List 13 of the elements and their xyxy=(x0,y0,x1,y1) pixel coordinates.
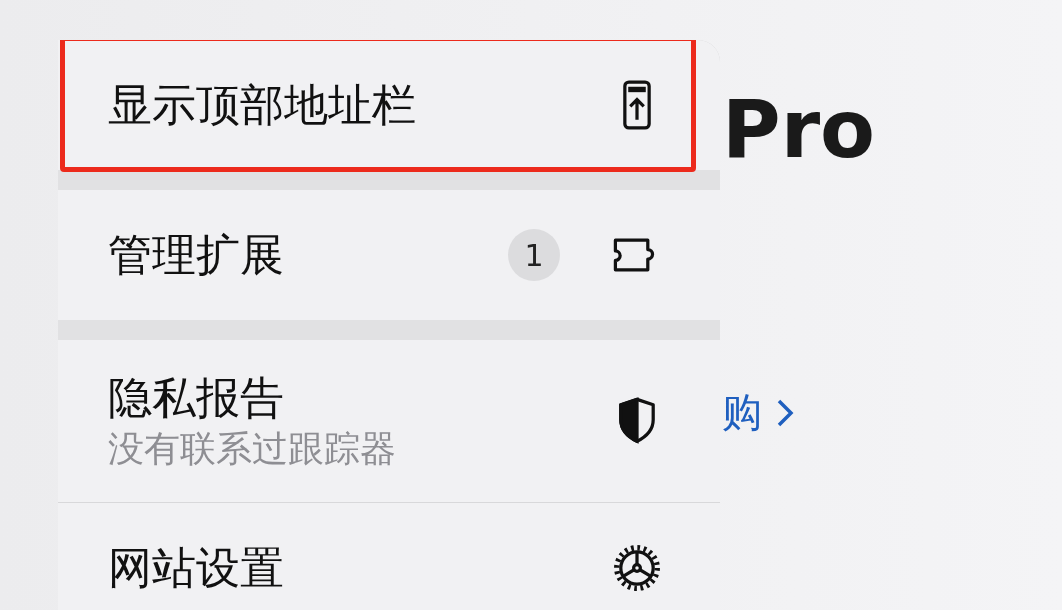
chevron-right-icon xyxy=(776,397,794,428)
menu-item[interactable]: 网站设置 xyxy=(58,503,720,610)
page-link[interactable]: 购 xyxy=(722,385,1062,440)
menu-item-label: 隐私报告 xyxy=(108,372,285,425)
count-badge: 1 xyxy=(508,229,560,281)
menu-item[interactable]: 管理扩展 1 xyxy=(58,190,720,320)
page-heading: Pro xyxy=(722,90,877,170)
menu-item-label: 显示顶部地址栏 xyxy=(108,78,417,132)
menu-item-label: 管理扩展 xyxy=(108,228,285,282)
menu-item[interactable]: 显示顶部地址栏 xyxy=(58,40,720,170)
menu-item-subtitle: 没有联系过跟踪器 xyxy=(108,426,397,470)
menu-item[interactable]: 隐私报告 没有联系过跟踪器 xyxy=(58,340,720,502)
menu-item-label: 网站设置 xyxy=(108,541,285,595)
